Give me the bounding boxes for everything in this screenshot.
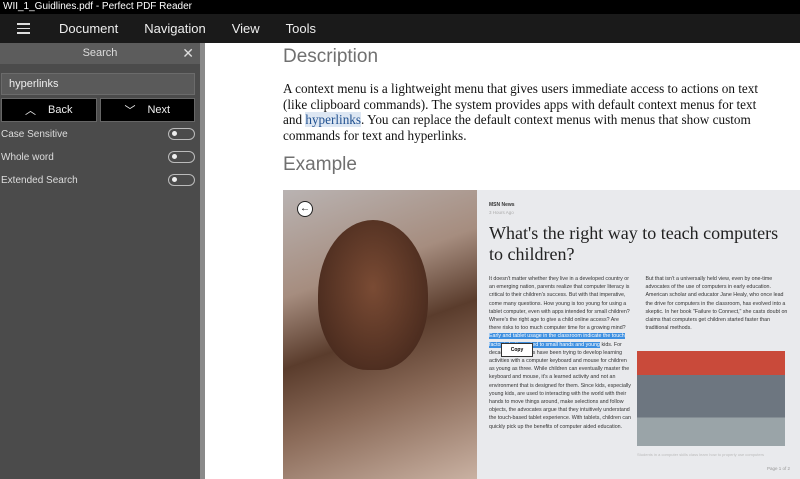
- chevron-down-icon: ﹀: [124, 105, 136, 117]
- photo-caption: Students in a computer skills class lear…: [637, 452, 764, 457]
- article-screenshot: MSN News 3 Hours Ago What's the right wa…: [477, 190, 800, 479]
- window-title: WII_1_Guidlines.pdf - Perfect PDF Reader: [0, 0, 800, 14]
- option-label: Extended Search: [1, 174, 78, 186]
- copy-context-menu: Copy: [501, 343, 533, 357]
- heading-example: Example: [283, 154, 357, 175]
- menu-navigation[interactable]: Navigation: [131, 21, 218, 36]
- menu-view[interactable]: View: [219, 21, 273, 36]
- search-input[interactable]: [1, 73, 195, 95]
- back-arrow-icon: ←: [297, 201, 313, 217]
- close-icon[interactable]: ✕: [182, 43, 194, 64]
- classroom-photo: [637, 351, 785, 446]
- example-image: ← MSN News 3 Hours Ago What's the right …: [283, 190, 800, 479]
- option-label: Whole word: [1, 151, 54, 163]
- child-photo: ←: [283, 190, 477, 479]
- child-figure: [318, 220, 428, 370]
- search-header: Search ✕: [0, 43, 200, 64]
- article-title: What's the right way to teach computers …: [489, 223, 779, 264]
- case-sensitive-toggle[interactable]: [168, 128, 195, 140]
- page-indicator: Page 1 of 2: [766, 466, 790, 471]
- heading-description: Description: [283, 46, 379, 67]
- menu-bar: Document Navigation View Tools: [0, 14, 800, 43]
- option-whole-word: Whole word: [1, 147, 195, 167]
- search-panel: Search ✕ ︿ Back ﹀ Next Case Sensitive Whole…: [0, 43, 200, 479]
- search-hit: hyperlinks: [305, 112, 362, 128]
- menu-document[interactable]: Document: [46, 21, 131, 36]
- menu-tools[interactable]: Tools: [273, 21, 329, 36]
- text: It doesn't matter whether they live in a…: [489, 276, 630, 332]
- description-paragraph: A context menu is a lightweight menu tha…: [283, 81, 763, 143]
- option-extended-search: Extended Search: [1, 170, 195, 190]
- next-button[interactable]: ﹀ Next: [99, 98, 195, 122]
- chevron-up-icon: ︿: [25, 105, 37, 117]
- document-view: Description A context menu is a lightwei…: [205, 43, 800, 479]
- option-label: Case Sensitive: [1, 128, 68, 140]
- back-label: Back: [48, 104, 73, 116]
- option-case-sensitive: Case Sensitive: [1, 124, 195, 144]
- article-source: MSN News: [489, 202, 515, 208]
- article-time: 3 Hours Ago: [489, 210, 514, 215]
- next-label: Next: [147, 104, 171, 116]
- hamburger-menu-icon[interactable]: [0, 23, 46, 34]
- search-title: Search: [82, 47, 118, 59]
- extended-search-toggle[interactable]: [168, 174, 195, 186]
- back-button[interactable]: ︿ Back: [1, 98, 97, 122]
- whole-word-toggle[interactable]: [168, 151, 195, 163]
